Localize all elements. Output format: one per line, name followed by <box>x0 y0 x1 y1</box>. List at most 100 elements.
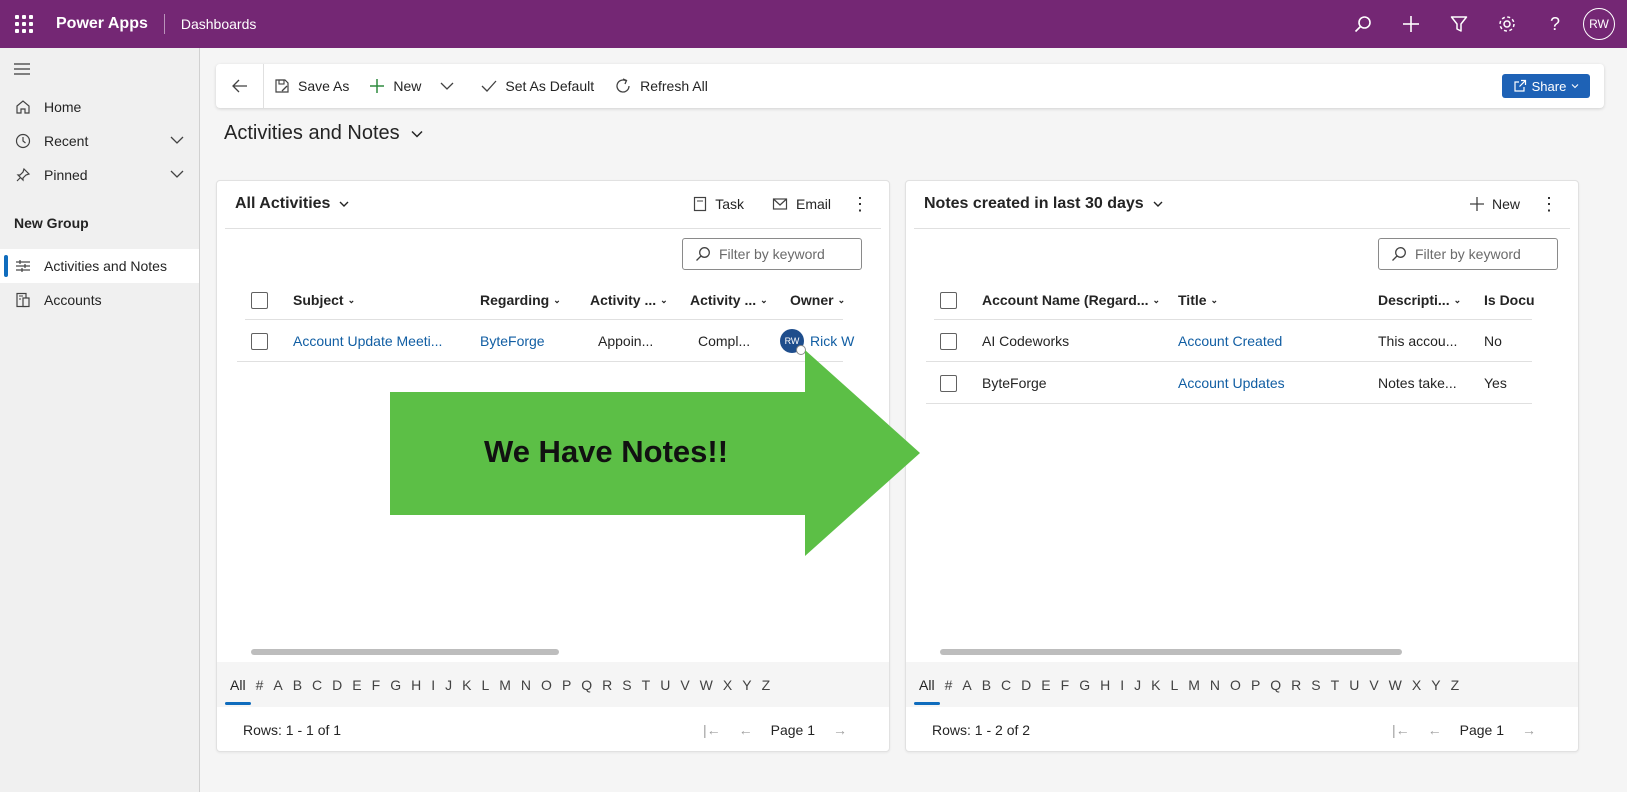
new-note-button[interactable]: New <box>1456 189 1534 219</box>
alphabet-filter-a[interactable]: A <box>957 677 976 693</box>
alphabet-filter-e[interactable]: E <box>347 677 366 693</box>
alphabet-filter-u[interactable]: U <box>655 677 675 693</box>
hamburger-icon[interactable] <box>14 62 30 78</box>
column-header-subject[interactable]: Subject ⌄ <box>293 281 355 319</box>
alphabet-filter-o[interactable]: O <box>1225 677 1246 693</box>
alphabet-filter-q[interactable]: Q <box>576 677 597 693</box>
table-row[interactable]: AI Codeworks Account Created This accou.… <box>926 320 1532 362</box>
new-button[interactable]: New <box>359 64 431 108</box>
alphabet-filter-hash[interactable]: # <box>251 677 269 693</box>
alphabet-filter-h[interactable]: H <box>406 677 426 693</box>
column-header-activity-status[interactable]: Activity ... ⌄ <box>690 281 768 319</box>
email-button[interactable]: Email <box>758 189 845 219</box>
alphabet-filter-d[interactable]: D <box>1016 677 1036 693</box>
alphabet-filter-x[interactable]: X <box>718 677 737 693</box>
refresh-all-button[interactable]: Refresh All <box>604 64 718 108</box>
next-page-icon[interactable]: → <box>833 722 847 738</box>
alphabet-filter-w[interactable]: W <box>1384 677 1407 693</box>
column-header-regarding[interactable]: Regarding ⌄ <box>480 281 561 319</box>
alphabet-filter-p[interactable]: P <box>1246 677 1265 693</box>
alphabet-filter-v[interactable]: V <box>1364 677 1383 693</box>
alphabet-filter-r[interactable]: R <box>597 677 617 693</box>
user-avatar[interactable]: RW <box>1583 8 1615 40</box>
alphabet-filter-l[interactable]: L <box>1165 677 1183 693</box>
alphabet-filter-k[interactable]: K <box>1146 677 1165 693</box>
column-header-description[interactable]: Descripti... ⌄ <box>1378 281 1461 319</box>
sidebar-item-recent[interactable]: Recent <box>0 124 199 158</box>
row-checkbox[interactable] <box>251 320 268 362</box>
back-button[interactable] <box>216 64 264 108</box>
horizontal-scrollbar[interactable] <box>940 649 1402 655</box>
sidebar-item-home[interactable]: Home <box>0 90 199 124</box>
alphabet-filter-r[interactable]: R <box>1286 677 1306 693</box>
sidebar-item-activities-and-notes[interactable]: Activities and Notes <box>0 249 199 283</box>
add-icon[interactable] <box>1387 0 1435 48</box>
column-header-is-document[interactable]: Is Docu <box>1484 281 1536 319</box>
alphabet-filter-q[interactable]: Q <box>1265 677 1286 693</box>
alphabet-filter-f[interactable]: F <box>367 677 386 693</box>
cell-title[interactable]: Account Updates <box>1178 362 1285 404</box>
set-as-default-button[interactable]: Set As Default <box>471 64 604 108</box>
help-icon[interactable]: ? <box>1531 0 1579 48</box>
alphabet-filter-y[interactable]: Y <box>737 677 756 693</box>
table-row[interactable]: ByteForge Account Updates Notes take... … <box>926 362 1532 404</box>
alphabet-filter-l[interactable]: L <box>476 677 494 693</box>
alphabet-filter-d[interactable]: D <box>327 677 347 693</box>
alphabet-filter-t[interactable]: T <box>637 677 656 693</box>
more-options-icon[interactable]: ⋮ <box>1534 189 1564 219</box>
alphabet-filter-j[interactable]: J <box>1129 677 1146 693</box>
alphabet-filter-m[interactable]: M <box>1183 677 1205 693</box>
select-all-checkbox[interactable] <box>940 281 957 319</box>
alphabet-filter-k[interactable]: K <box>457 677 476 693</box>
horizontal-scrollbar[interactable] <box>251 649 559 655</box>
filter-input[interactable]: Filter by keyword <box>682 238 862 270</box>
settings-icon[interactable] <box>1483 0 1531 48</box>
filter-icon[interactable] <box>1435 0 1483 48</box>
share-button[interactable]: Share <box>1502 74 1590 98</box>
dashboard-title-selector[interactable]: Activities and Notes <box>224 122 424 145</box>
select-all-checkbox[interactable] <box>251 281 268 319</box>
sidebar-item-pinned[interactable]: Pinned <box>0 158 199 192</box>
view-selector[interactable]: All Activities <box>235 195 350 213</box>
first-page-icon[interactable]: |← <box>703 722 721 738</box>
column-header-account-name[interactable]: Account Name (Regard... ⌄ <box>982 281 1160 319</box>
alphabet-filter-n[interactable]: N <box>516 677 536 693</box>
cell-title[interactable]: Account Created <box>1178 320 1282 362</box>
more-options-icon[interactable]: ⋮ <box>845 189 875 219</box>
save-as-button[interactable]: Save As <box>264 64 359 108</box>
alphabet-filter-m[interactable]: M <box>494 677 516 693</box>
alphabet-filter-g[interactable]: G <box>385 677 406 693</box>
alphabet-filter-b[interactable]: B <box>977 677 996 693</box>
alphabet-filter-n[interactable]: N <box>1205 677 1225 693</box>
chevron-down-icon[interactable] <box>169 132 185 151</box>
new-dropdown-button[interactable] <box>431 64 471 108</box>
alphabet-filter-f[interactable]: F <box>1056 677 1075 693</box>
alphabet-filter-o[interactable]: O <box>536 677 557 693</box>
alphabet-filter-z[interactable]: Z <box>1446 677 1465 693</box>
app-name[interactable]: Power Apps <box>56 15 148 33</box>
filter-input[interactable]: Filter by keyword <box>1378 238 1558 270</box>
alphabet-filter-hash[interactable]: # <box>940 677 958 693</box>
alphabet-filter-y[interactable]: Y <box>1426 677 1445 693</box>
alphabet-filter-j[interactable]: J <box>440 677 457 693</box>
alphabet-filter-t[interactable]: T <box>1326 677 1345 693</box>
search-icon[interactable] <box>1339 0 1387 48</box>
alphabet-filter-a[interactable]: A <box>268 677 287 693</box>
alphabet-filter-e[interactable]: E <box>1036 677 1055 693</box>
alphabet-filter-p[interactable]: P <box>557 677 576 693</box>
alphabet-filter-b[interactable]: B <box>288 677 307 693</box>
alphabet-filter-v[interactable]: V <box>675 677 694 693</box>
alphabet-filter-z[interactable]: Z <box>757 677 776 693</box>
alphabet-filter-c[interactable]: C <box>307 677 327 693</box>
column-header-title[interactable]: Title ⌄ <box>1178 281 1218 319</box>
alphabet-filter-h[interactable]: H <box>1095 677 1115 693</box>
alphabet-filter-s[interactable]: S <box>617 677 636 693</box>
area-name[interactable]: Dashboards <box>181 16 257 32</box>
row-checkbox[interactable] <box>940 362 957 404</box>
alphabet-filter-u[interactable]: U <box>1344 677 1364 693</box>
previous-page-icon[interactable]: ← <box>739 722 753 738</box>
alphabet-filter-i[interactable]: I <box>1115 677 1129 693</box>
first-page-icon[interactable]: |← <box>1392 722 1410 738</box>
app-launcher-icon[interactable] <box>0 0 48 48</box>
row-checkbox[interactable] <box>940 320 957 362</box>
